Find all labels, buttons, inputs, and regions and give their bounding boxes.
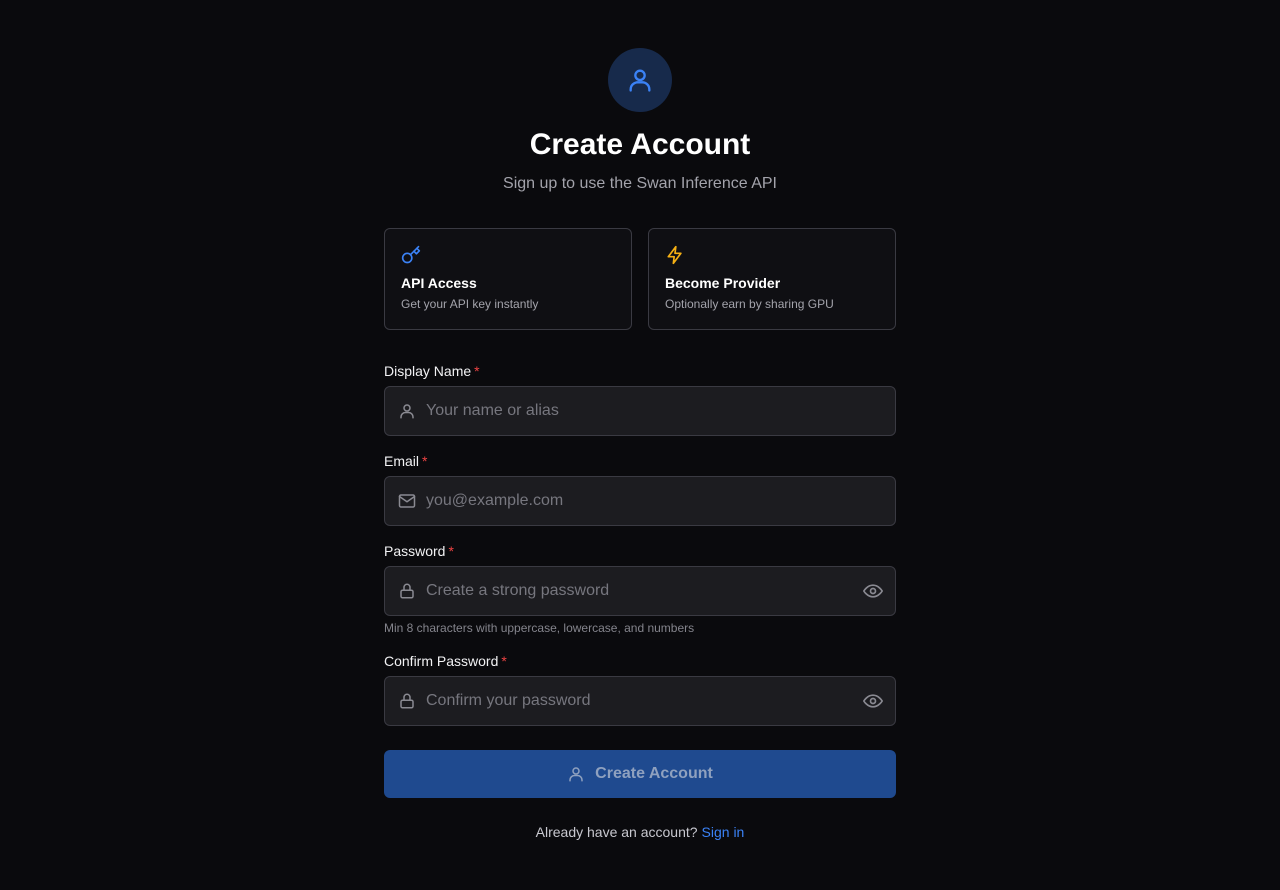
password-input[interactable] <box>416 567 863 615</box>
display-name-label-text: Display Name <box>384 363 472 379</box>
user-icon <box>400 404 414 419</box>
signin-prompt-text: Already have an account? <box>535 824 698 840</box>
email-label: Email * <box>384 453 427 469</box>
lock-icon <box>400 583 414 599</box>
password-hint: Min 8 characters with uppercase, lowerca… <box>384 621 695 635</box>
eye-icon[interactable] <box>863 691 883 711</box>
create-account-button[interactable]: Create Account <box>384 750 896 798</box>
user-avatar-badge <box>608 48 672 112</box>
card-title: Become Provider <box>665 275 781 291</box>
required-mark: * <box>501 653 507 669</box>
page-title: Create Account <box>529 128 751 161</box>
email-label-text: Email <box>384 453 420 469</box>
password-label-text: Password <box>384 543 446 559</box>
display-name-label: Display Name * <box>384 363 480 379</box>
card-description: Optionally earn by sharing GPU <box>665 297 834 311</box>
confirm-password-input[interactable] <box>416 677 863 725</box>
create-account-button-label: Create Account <box>595 765 713 782</box>
email-field <box>384 476 896 526</box>
lightning-icon <box>667 245 682 265</box>
signin-prompt-row: Already have an account? Sign in <box>0 824 1280 840</box>
card-description: Get your API key instantly <box>401 297 539 311</box>
page-subtitle: Sign up to use the Swan Inference API <box>503 175 777 192</box>
lock-icon <box>400 693 414 709</box>
confirm-password-label: Confirm Password * <box>384 653 507 669</box>
display-name-input[interactable] <box>416 387 895 435</box>
api-access-card: API Access Get your API key instantly <box>384 228 632 330</box>
signup-page: Create Account Sign up to use the Swan I… <box>0 0 1280 890</box>
required-mark: * <box>448 543 454 559</box>
required-mark: * <box>474 363 480 379</box>
password-field <box>384 566 896 616</box>
key-icon <box>401 245 421 264</box>
card-title: API Access <box>401 275 477 291</box>
user-icon <box>629 69 651 92</box>
required-mark: * <box>422 453 428 469</box>
become-provider-card: Become Provider Optionally earn by shari… <box>648 228 896 330</box>
sign-in-link[interactable]: Sign in <box>702 824 745 840</box>
mail-icon <box>398 494 416 508</box>
confirm-password-field <box>384 676 896 726</box>
display-name-field <box>384 386 896 436</box>
password-label: Password * <box>384 543 454 559</box>
email-input[interactable] <box>416 477 895 525</box>
eye-icon[interactable] <box>863 581 883 601</box>
user-icon <box>569 767 583 782</box>
confirm-password-label-text: Confirm Password <box>384 653 499 669</box>
